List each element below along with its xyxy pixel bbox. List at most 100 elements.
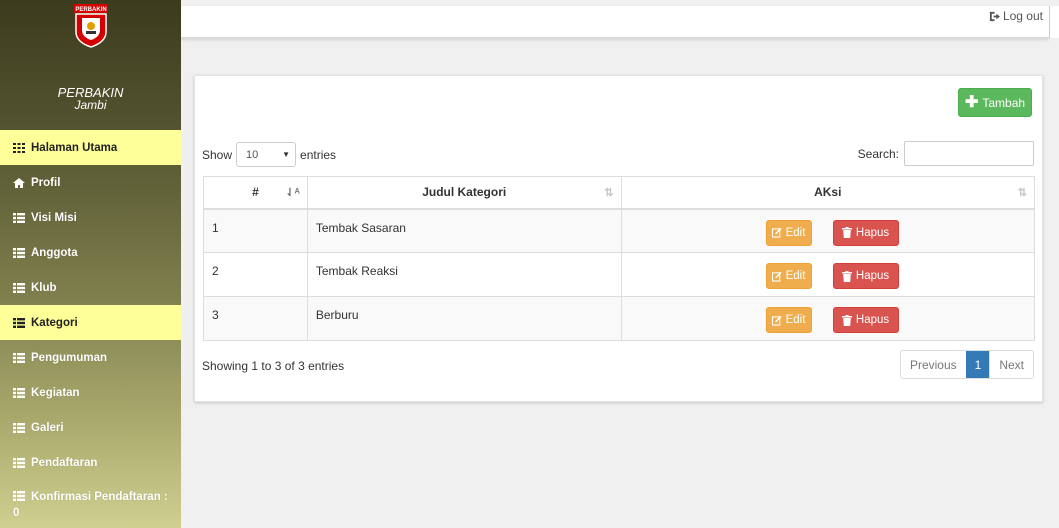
edit-icon [771,227,782,238]
sort-icon: ⇅ [1017,187,1027,199]
trash-icon [841,314,852,326]
sidebar-item-kegiatan[interactable]: Kegiatan [0,375,181,410]
delete-label: Hapus [855,270,890,282]
list-icon [13,491,25,501]
show-label: Show [202,147,233,162]
delete-label: Hapus [855,226,890,239]
edit-label: Edit [785,226,806,239]
edit-button[interactable]: Edit [765,307,812,333]
brand-region: Jambi [74,98,107,112]
kategori-panel: ✚ Tambah Show 10 ▼ entries Search: # ⇃ᴬ … [194,75,1043,402]
column-header-judul-kategori[interactable]: Judul Kategori ⇅ [306,176,622,210]
home-icon [13,177,25,188]
sidebar-item-halaman-utama[interactable]: Halaman Utama [0,130,181,165]
sidebar-item-label: Kegiatan [31,386,80,399]
search-input[interactable] [904,141,1034,166]
column-header-aksi[interactable]: AKsi ⇅ [620,176,1036,210]
cell-judul: Tembak Reaksi [306,252,622,297]
plus-icon: ✚ [964,93,979,111]
sidebar-item-pendaftaran[interactable]: Pendaftaran [0,445,181,480]
list-icon [13,457,25,468]
sidebar-item-visi-misi[interactable]: Visi Misi [0,200,181,235]
konfirmasi-count: 0 [13,506,20,519]
sidebar: PERBAKIN PERBAKIN Jambi Halaman Utama Pr… [0,0,181,528]
delete-label: Hapus [855,314,890,326]
pagination-page-1[interactable]: 1 [965,351,990,378]
trash-icon [841,270,852,282]
cell-number: 1 [203,208,308,253]
sidebar-item-label: Halaman Utama [31,141,118,154]
delete-button[interactable]: Hapus [832,307,899,333]
logout-label: Log out [1002,9,1043,23]
edit-button[interactable]: Edit [765,219,812,246]
brand: PERBAKIN Jambi [0,86,181,112]
header-label: # [252,185,259,200]
column-header-number[interactable]: # ⇃ᴬ [203,176,308,210]
sidebar-item-label: Anggota [31,246,78,259]
list-icon [13,282,25,293]
search-label: Search: [857,146,899,161]
sidebar-item-galeri[interactable]: Galeri [0,410,181,445]
grid-icon [13,142,25,153]
edit-icon [771,271,782,282]
search-control: Search: [858,141,1034,166]
pagination: Previous 1 Next [899,350,1034,379]
list-icon [13,247,25,258]
edit-button[interactable]: Edit [765,263,812,289]
header-label: Judul Kategori [422,185,507,200]
edit-label: Edit [785,314,806,326]
entries-select[interactable]: 10 ▼ [236,142,297,167]
cell-number: 3 [203,296,308,341]
perbakin-logo: PERBAKIN [74,4,108,48]
logo-text: PERBAKIN [75,7,106,13]
sidebar-item-anggota[interactable]: Anggota [0,235,181,270]
cell-actions: Edit Hapus [620,252,1036,297]
sidebar-item-label: Pendaftaran [31,456,98,469]
add-button-label: Tambah [982,95,1026,110]
sidebar-item-pengumuman[interactable]: Pengumuman [0,340,181,375]
sidebar-menu: Halaman Utama Profil Visi Misi Anggota K… [0,130,181,520]
table-row: 2 Tembak Reaksi Edit Hapus [203,252,1036,297]
cell-judul: Berburu [306,296,622,341]
list-icon [13,212,25,223]
cell-actions: Edit Hapus [620,208,1036,253]
sidebar-item-kategori[interactable]: Kategori [0,305,181,340]
sidebar-item-label: Galeri [31,421,64,434]
list-icon [13,387,25,398]
sidebar-item-label: Klub [31,281,57,294]
top-navbar: Log out [181,6,1049,38]
list-icon [13,317,25,328]
sidebar-item-profil[interactable]: Profil [0,165,181,200]
sidebar-item-label: Visi Misi [31,211,77,224]
sidebar-item-label: Konfirmasi Pendaftaran : [31,491,168,503]
kategori-table: # ⇃ᴬ Judul Kategori ⇅ AKsi ⇅ 1 Tembak Sa… [203,176,1036,341]
logout-link[interactable]: Log out [989,9,1043,23]
sidebar-item-klub[interactable]: Klub [0,270,181,305]
delete-button[interactable]: Hapus [832,263,899,289]
table-info: Showing 1 to 3 of 3 entries [202,359,345,373]
entries-control: Show 10 ▼ entries [202,142,336,167]
header-label: AKsi [814,185,842,200]
table-header-row: # ⇃ᴬ Judul Kategori ⇅ AKsi ⇅ [203,176,1036,210]
logout-icon [989,11,1000,21]
sort-asc-icon: ⇃ᴬ [285,187,300,199]
table-row: 1 Tembak Sasaran Edit Hapus [203,208,1036,253]
add-button[interactable]: ✚ Tambah [958,88,1032,117]
logo-area: PERBAKIN [0,0,181,86]
cell-number: 2 [203,252,308,297]
delete-button[interactable]: Hapus [832,219,899,246]
sidebar-item-konfirmasi-pendaftaran[interactable]: Konfirmasi Pendaftaran : 0 [0,480,181,520]
table-row: 3 Berburu Edit Hapus [203,296,1036,341]
entries-label: entries [300,147,337,162]
edit-icon [771,315,782,326]
list-icon [13,352,25,363]
sort-icon: ⇅ [604,187,614,199]
cell-actions: Edit Hapus [620,296,1036,341]
sidebar-item-label: Kategori [31,316,78,329]
cell-judul: Tembak Sasaran [306,208,622,253]
list-icon [13,422,25,433]
caret-down-icon: ▼ [282,150,291,159]
sidebar-item-label: Pengumuman [31,351,108,364]
pagination-next[interactable]: Next [989,351,1033,378]
pagination-previous[interactable]: Previous [901,351,966,378]
